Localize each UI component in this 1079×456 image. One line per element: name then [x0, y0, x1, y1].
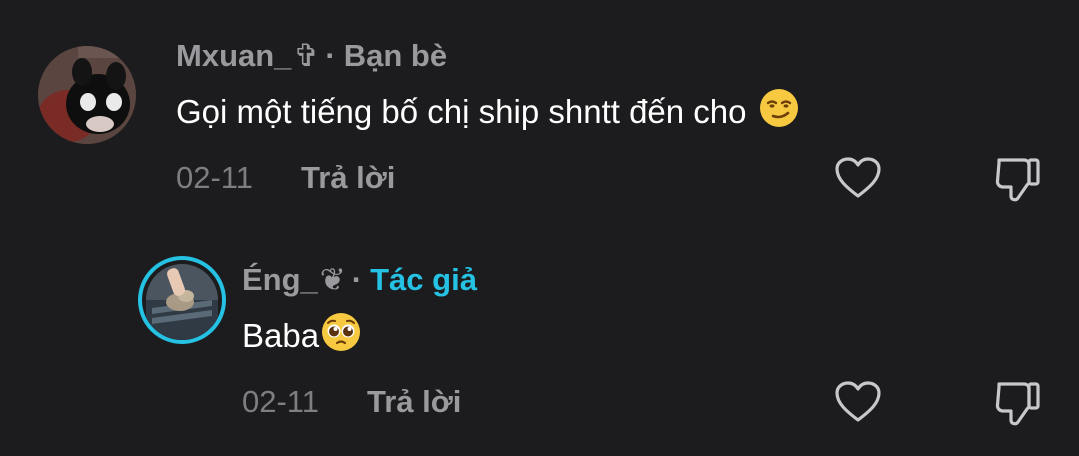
- comment-text: Baba: [242, 317, 320, 354]
- smirking-face-emoji-icon: [759, 88, 799, 136]
- username-glyph: ❦: [319, 262, 346, 297]
- comment-date: 02-11: [242, 384, 319, 419]
- author-avatar[interactable]: [138, 256, 226, 344]
- like-heart-icon[interactable]: [834, 156, 882, 205]
- separator: ·: [325, 38, 336, 73]
- comment-date: 02-11: [176, 160, 253, 195]
- dislike-thumb-down-icon[interactable]: [994, 378, 1042, 433]
- pleading-face-emoji-icon: [321, 312, 361, 360]
- reply-button[interactable]: Trả lời: [367, 384, 461, 420]
- comment-meta: 02-11 Trả lời: [242, 384, 461, 420]
- username[interactable]: Éng_: [242, 262, 318, 298]
- like-heart-icon[interactable]: [834, 380, 882, 429]
- reply-comment-item: Éng_ ❦ · Tác giả Baba 02-11 Trả lời: [0, 230, 1079, 450]
- reply-button[interactable]: Trả lời: [301, 160, 395, 196]
- relation-badge: Bạn bè: [343, 38, 448, 73]
- separator: ·: [351, 262, 363, 297]
- author-badge: Tác giả: [370, 262, 477, 297]
- username-glyph: ✞: [293, 38, 320, 73]
- comment-item: Mxuan_ ✞ · Bạn bè Gọi một tiếng bố chị s…: [0, 0, 1079, 220]
- avatar[interactable]: [38, 46, 136, 144]
- comment-meta: 02-11 Trả lời: [176, 160, 395, 196]
- username[interactable]: Mxuan_: [176, 38, 291, 74]
- dislike-thumb-down-icon[interactable]: [994, 154, 1042, 209]
- comment-header: Mxuan_ ✞ · Bạn bè: [176, 38, 447, 74]
- comment-text-row: Baba: [242, 312, 361, 360]
- comment-text-row: Gọi một tiếng bố chị ship shntt đến cho: [176, 88, 799, 136]
- comment-text: Gọi một tiếng bố chị ship shntt đến cho: [176, 93, 747, 130]
- comment-header: Éng_ ❦ · Tác giả: [242, 262, 477, 298]
